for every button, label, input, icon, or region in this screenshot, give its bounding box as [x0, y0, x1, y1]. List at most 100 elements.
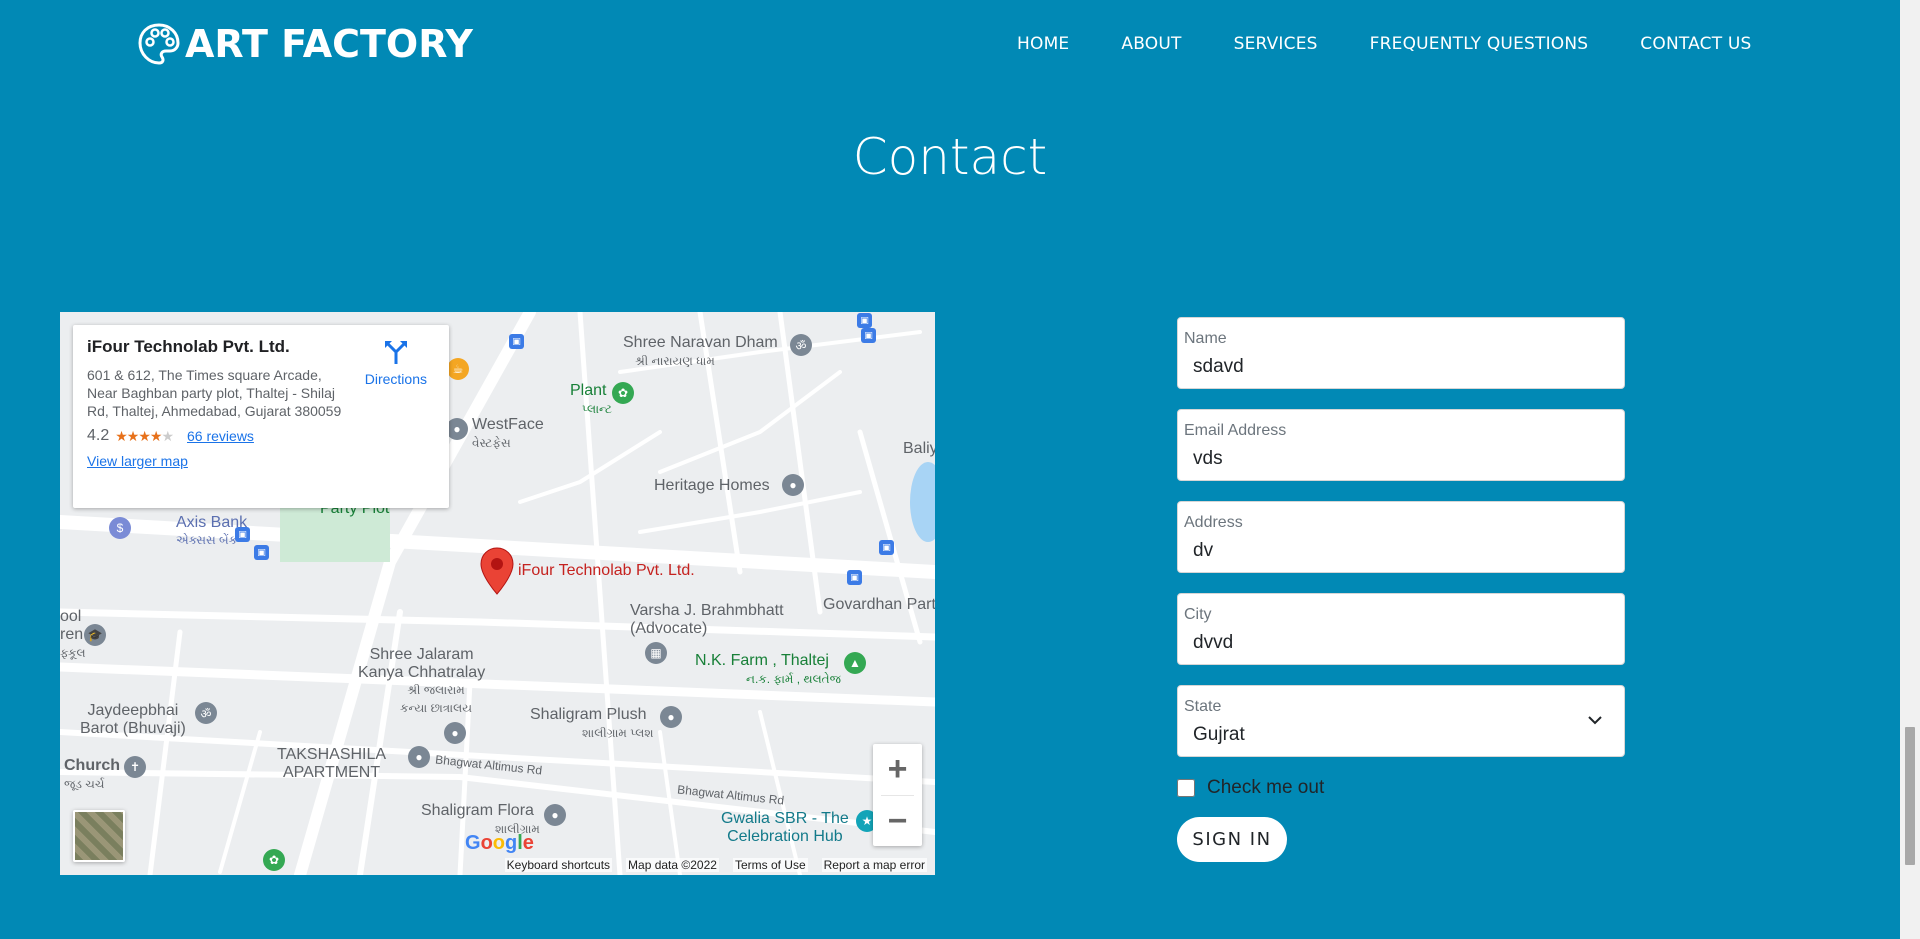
name-label: Name	[1184, 330, 1227, 347]
place-icon: ●	[446, 418, 468, 440]
scrollbar-thumb[interactable]	[1905, 727, 1915, 865]
map-attribution: Keyboard shortcuts Map data ©2022 Terms …	[60, 855, 935, 875]
bus-stop-icon: ▣	[857, 313, 872, 328]
office-icon: ▦	[645, 642, 667, 664]
label-baliy: Baliy	[903, 440, 935, 457]
label-govardhan: Govardhan Part	[823, 596, 935, 613]
address-input[interactable]	[1193, 540, 1593, 562]
label-school-gu: ફ્કૂલ	[60, 646, 86, 660]
nav-home[interactable]: HOME	[1017, 34, 1069, 54]
zoom-controls: + −	[873, 744, 922, 846]
place-info-card: iFour Technolab Pvt. Ltd. 601 & 612, The…	[73, 325, 449, 508]
label-axis-bank-gu: એક્સસ બેંક	[176, 533, 238, 547]
label-nk-farm-gu: ન.ક. ફાર્મ , થલતેજ	[746, 672, 841, 686]
city-field[interactable]: City	[1177, 593, 1625, 665]
google-logo: Google	[465, 832, 534, 854]
brand-name: ART FACTORY	[185, 22, 473, 66]
label-heritage: Heritage Homes	[654, 477, 770, 494]
name-field[interactable]: Name	[1177, 317, 1625, 389]
embedded-map[interactable]: Shree Naravan Dham શ્રી નારાયણ ધામ ॐ Pla…	[60, 312, 935, 875]
address-field[interactable]: Address	[1177, 501, 1625, 573]
directions-icon	[384, 341, 407, 364]
main-nav: HOME ABOUT SERVICES FREQUENTLY QUESTIONS…	[1017, 34, 1752, 54]
label-shree-naravan-gu: શ્રી નારાયણ ધામ	[635, 354, 715, 368]
location-pin-icon[interactable]	[480, 547, 514, 595]
label-jalaram-gu: શ્રી જલારામ કન્યા છાત્રાલય	[400, 683, 473, 715]
palette-icon	[138, 23, 180, 65]
bank-icon: $	[109, 517, 131, 539]
place-icon: ●	[444, 722, 466, 744]
state-select[interactable]: State Gujrat	[1177, 685, 1625, 757]
label-westface-gu: વેસ્ટફેસ	[472, 436, 511, 450]
email-label: Email Address	[1184, 422, 1287, 439]
report-error-link[interactable]: Report a map error	[821, 858, 927, 872]
cafe-icon: ☕	[447, 358, 469, 380]
label-shaligram-plush: Shaligram Plush	[530, 706, 647, 723]
label-shree-naravan: Shree Naravan Dham	[623, 334, 778, 351]
label-takshashila: TAKSHASHILA APARTMENT	[277, 746, 387, 781]
place-icon: ●	[782, 474, 804, 496]
label-plant-gu: પ્લાન્ટ	[582, 402, 613, 416]
label-jaydeep: Jaydeepbhai Barot (Bhuvaji)	[80, 702, 186, 737]
star-rating-icon: ★★★★★	[115, 427, 174, 444]
check-me-out-label: Check me out	[1207, 777, 1325, 798]
view-larger-map-link[interactable]: View larger map	[87, 453, 435, 469]
nav-about[interactable]: ABOUT	[1121, 34, 1181, 54]
nav-faq[interactable]: FREQUENTLY QUESTIONS	[1370, 34, 1589, 54]
place-address: 601 & 612, The Times square Arcade, Near…	[87, 367, 342, 419]
nav-services[interactable]: SERVICES	[1234, 34, 1318, 54]
label-shaligram-plush-gu: શાલીગ્રામ પ્લશ	[582, 726, 654, 740]
city-label: City	[1184, 606, 1212, 623]
check-me-out-row[interactable]: Check me out	[1177, 777, 1625, 799]
address-label: Address	[1184, 514, 1243, 531]
map-data-label: Map data ©2022	[626, 858, 719, 872]
label-plant: Plant	[570, 382, 607, 399]
state-label: State	[1184, 698, 1222, 715]
rating-value: 4.2	[87, 427, 110, 444]
email-field[interactable]: Email Address	[1177, 409, 1625, 481]
directions-label: Directions	[364, 371, 427, 387]
zoom-out-button[interactable]: −	[873, 796, 922, 847]
brand-logo[interactable]: ART FACTORY	[137, 22, 473, 66]
label-pin: iFour Technolab Pvt. Ltd.	[518, 562, 695, 579]
check-me-out-checkbox[interactable]	[1177, 779, 1195, 797]
label-church: Church	[64, 757, 120, 774]
name-input[interactable]	[1193, 356, 1593, 378]
church-icon: ✝	[124, 756, 146, 778]
plant-icon: ✿	[612, 382, 634, 404]
place-icon: ●	[660, 706, 682, 728]
state-value: Gujrat	[1193, 724, 1245, 745]
label-varsha: Varsha J. Brahmbhatt (Advocate)	[630, 602, 784, 637]
directions-button[interactable]: Directions	[365, 339, 427, 387]
label-church-gu: જૂડ ચર્ચ	[64, 777, 105, 791]
email-input[interactable]	[1193, 448, 1593, 470]
place-icon: ●	[544, 804, 566, 826]
bus-stop-icon: ▣	[879, 540, 894, 555]
label-jalaram: Shree Jalaram Kanya Chhatralay	[358, 646, 486, 681]
temple-icon: ॐ	[195, 702, 217, 724]
terms-link[interactable]: Terms of Use	[732, 858, 808, 872]
contact-form: Name Email Address Address City State Gu…	[1177, 317, 1625, 862]
label-westface: WestFace	[472, 416, 544, 433]
zoom-in-button[interactable]: +	[873, 744, 922, 795]
label-nk-farm: N.K. Farm , Thaltej	[695, 652, 829, 669]
school-icon: 🎓	[84, 624, 106, 646]
chevron-down-icon	[1588, 716, 1602, 725]
place-icon: ●	[408, 746, 430, 768]
temple-icon: ॐ	[790, 334, 812, 356]
label-shaligram-flora: Shaligram Flora	[421, 802, 534, 819]
bus-stop-icon: ▣	[235, 527, 250, 542]
bus-stop-icon: ▣	[847, 570, 862, 585]
keyboard-shortcuts-link[interactable]: Keyboard shortcuts	[504, 858, 613, 872]
reviews-link[interactable]: 66 reviews	[187, 428, 254, 444]
page-title: Contact	[852, 128, 1048, 186]
label-gwalia: Gwalia SBR - The Celebration Hub	[721, 810, 849, 845]
bus-stop-icon: ▣	[861, 328, 876, 343]
place-rating: 4.2 ★★★★★ 66 reviews	[87, 427, 435, 445]
bus-stop-icon: ▣	[254, 545, 269, 560]
sign-in-button[interactable]: SIGN IN	[1177, 817, 1287, 862]
city-input[interactable]	[1193, 632, 1593, 654]
nav-contact[interactable]: CONTACT US	[1640, 34, 1751, 54]
tree-icon: ▲	[844, 652, 866, 674]
page-scrollbar[interactable]	[1900, 0, 1920, 939]
